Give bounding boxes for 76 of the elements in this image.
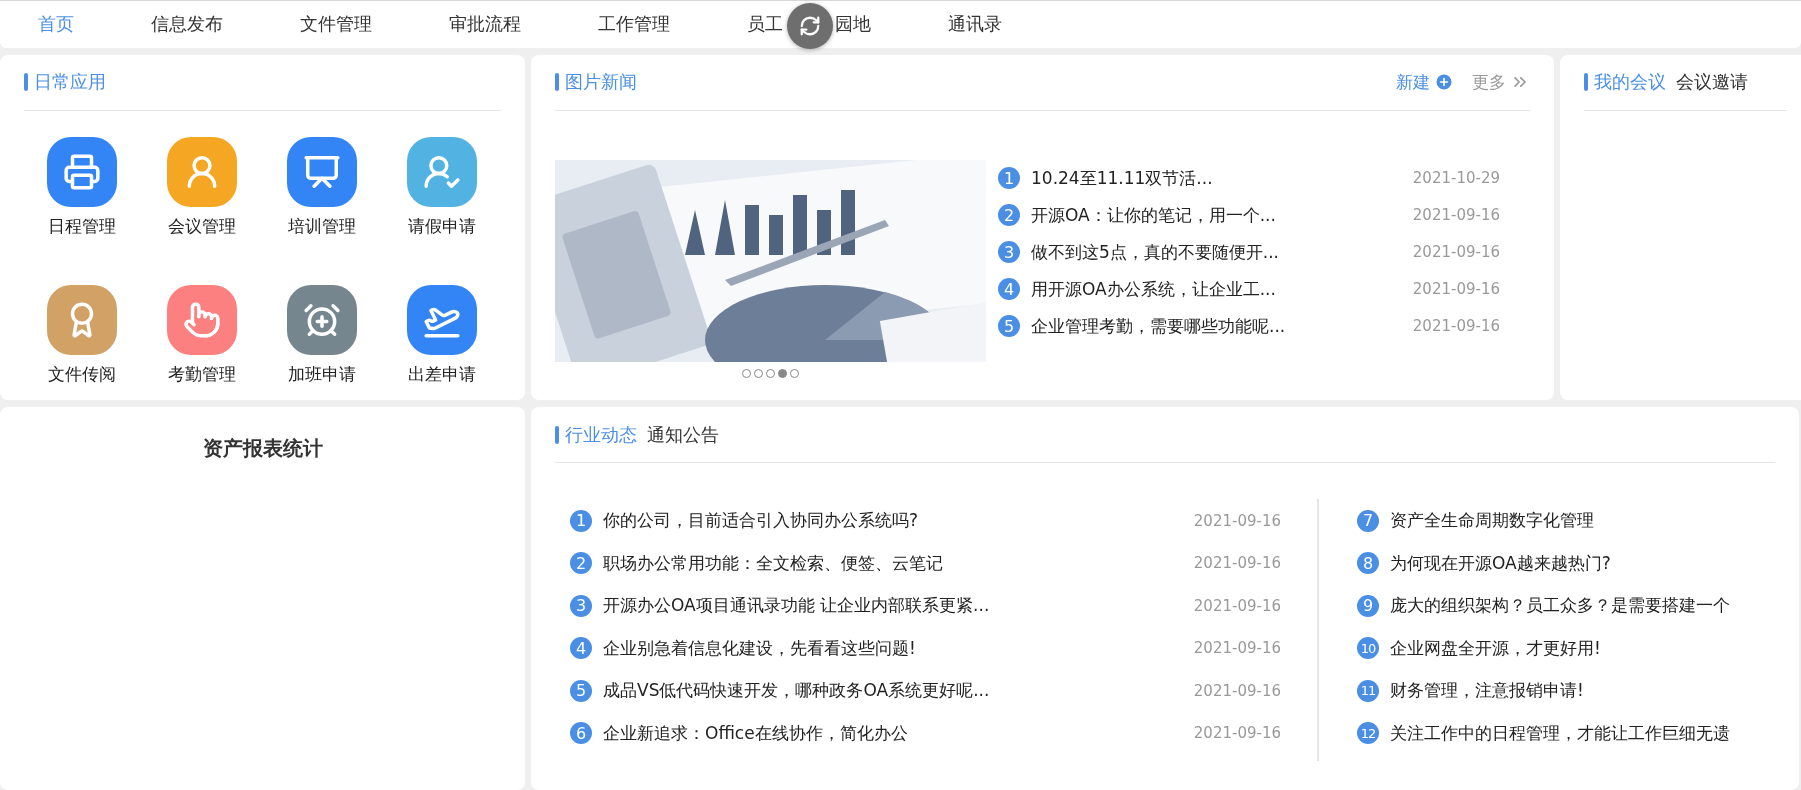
date-text: 2021-09-16 — [1193, 596, 1281, 615]
number-badge: 5 — [570, 679, 592, 702]
nav-tab[interactable]: 文件管理 — [300, 12, 372, 37]
date-text: 2021-09-16 — [1193, 511, 1281, 530]
accent-bar — [24, 73, 28, 92]
app-button[interactable]: 考勤管理 — [142, 284, 262, 386]
app-button[interactable]: 培训管理 — [262, 136, 382, 238]
number-badge: 1 — [570, 509, 592, 532]
news-link[interactable]: 关注工作中的日程管理，才能让工作巨细无遗 — [1390, 721, 1730, 745]
news-link[interactable]: 企业网盘全开源，才更好用! — [1390, 636, 1601, 660]
app-button[interactable]: 请假申请 — [382, 136, 502, 238]
news-link[interactable]: 财务管理，注意报销申请! — [1390, 679, 1584, 703]
number-badge: 12 — [1357, 722, 1379, 745]
news-link[interactable]: 10.24至11.11双节活... — [1031, 166, 1213, 190]
plus-icon — [1434, 72, 1454, 93]
section-tab[interactable]: 通知公告 — [647, 422, 719, 447]
carousel-dot[interactable] — [742, 368, 751, 378]
news-link[interactable]: 企业别急着信息化建设，先看看这些问题! — [603, 636, 916, 660]
date-text: 2021-09-16 — [1412, 206, 1500, 225]
news-link[interactable]: 庞大的组织架构？员工众多？是需要搭建一个 — [1390, 594, 1730, 618]
date-text: 2021-09-16 — [1412, 317, 1500, 336]
app-button[interactable]: 加班申请 — [262, 284, 382, 386]
carousel-dot[interactable] — [754, 368, 763, 378]
refresh-button[interactable] — [787, 3, 833, 49]
carousel-dot[interactable] — [766, 368, 775, 378]
number-badge: 3 — [570, 594, 592, 617]
news-link[interactable]: 职场办公常用功能：全文检索、便签、云笔记 — [603, 551, 943, 575]
date-text: 2021-09-16 — [1193, 681, 1281, 700]
number-badge: 11 — [1357, 679, 1379, 702]
number-badge: 5 — [998, 315, 1020, 338]
accent-bar — [555, 73, 559, 92]
section-tab[interactable]: 会议邀请 — [1676, 70, 1748, 95]
refresh-icon — [799, 15, 821, 37]
accent-bar — [555, 425, 559, 444]
date-text: 2021-10-29 — [1412, 169, 1500, 188]
news-link[interactable]: 做不到这5点，真的不要随便开... — [1031, 240, 1280, 264]
date-text: 2021-09-16 — [1193, 554, 1281, 573]
nav-tab[interactable]: 通讯录 — [948, 12, 1002, 37]
nav-tab[interactable]: 工作管理 — [598, 12, 670, 37]
nav-tab[interactable]: 审批流程 — [449, 12, 521, 37]
number-badge: 3 — [998, 241, 1020, 264]
card-title: 图片新闻 — [565, 70, 637, 95]
card-title: 日常应用 — [34, 70, 106, 95]
date-text: 2021-09-16 — [1412, 280, 1500, 299]
number-badge: 6 — [570, 722, 592, 745]
report-title: 资产报表统计 — [201, 435, 324, 463]
date-text: 2021-09-16 — [1412, 243, 1500, 262]
number-badge: 4 — [998, 278, 1020, 301]
news-link[interactable]: 开源OA：让你的笔记，用一个... — [1031, 203, 1276, 227]
date-text: 2021-09-16 — [1193, 724, 1281, 743]
nav-tab[interactable]: 信息发布 — [151, 12, 223, 37]
carousel-dot[interactable] — [790, 368, 799, 378]
number-badge: 2 — [570, 552, 592, 575]
date-text: 2021-09-16 — [1193, 639, 1281, 658]
news-link[interactable]: 企业新追求：Office在线协作，简化办公 — [603, 721, 908, 745]
number-badge: 9 — [1357, 594, 1379, 617]
number-badge: 2 — [998, 204, 1020, 227]
app-button[interactable]: 出差申请 — [382, 284, 502, 386]
app-button[interactable]: 文件传阅 — [22, 284, 142, 386]
news-link[interactable]: 用开源OA办公系统，让企业工... — [1031, 277, 1276, 301]
news-link[interactable]: 开源办公OA项目通讯录功能 让企业内部联系更紧... — [603, 594, 990, 618]
number-badge: 7 — [1357, 509, 1379, 532]
news-link[interactable]: 成品VS低代码快速开发，哪种政务OA系统更好呢... — [603, 679, 990, 703]
news-link[interactable]: 企业管理考勤，需要哪些功能呢... — [1031, 314, 1286, 338]
accent-bar — [1584, 73, 1588, 92]
news-link[interactable]: 为何现在开源OA越来越热门? — [1390, 551, 1611, 575]
number-badge: 8 — [1357, 552, 1379, 575]
nav-tab[interactable]: 员工 园地 — [747, 12, 871, 37]
news-link[interactable]: 你的公司，目前适合引入协同办公系统吗? — [603, 509, 919, 533]
number-badge: 10 — [1357, 637, 1379, 660]
number-badge: 4 — [570, 637, 592, 660]
number-badge: 1 — [998, 167, 1020, 190]
carousel-dot[interactable] — [778, 368, 787, 378]
app-button[interactable]: 日程管理 — [22, 136, 142, 238]
app-button[interactable]: 会议管理 — [142, 136, 262, 238]
news-link[interactable]: 资产全生命周期数字化管理 — [1390, 509, 1594, 533]
